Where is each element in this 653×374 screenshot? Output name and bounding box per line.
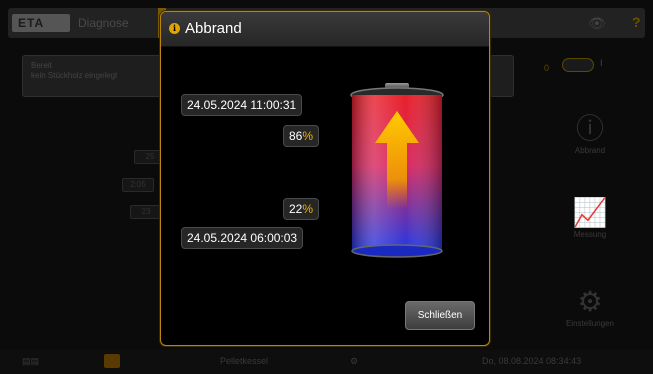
help-icon[interactable]: ? <box>632 14 641 30</box>
percent-sign: % <box>302 202 314 216</box>
network-icon[interactable]: ▤▤ <box>22 356 39 367</box>
bottom-datetime: Do, 08.08.2024 08:34:43 <box>482 356 582 366</box>
info-icon: i <box>169 23 180 34</box>
chart-icon: 📈 <box>572 197 608 228</box>
bg-value-cell: 2:05 <box>122 178 154 192</box>
bottom-status-text: Pelletkessel <box>220 356 269 366</box>
service-icon[interactable]: ⚙ <box>350 356 358 367</box>
toggle-label-on: I <box>600 58 603 68</box>
bottom-bar: ▤▤ Pelletkessel ⚙ Do, 08.08.2024 08:34:4… <box>0 350 653 374</box>
start-percent-value: 86 <box>289 129 303 143</box>
bg-value-cell: 23 <box>130 205 162 219</box>
status-line-1: Bereit <box>31 61 52 70</box>
abbrand-dialog: i Abbrand 24.05.2024 11:00:31 86% 22% 24… <box>160 11 490 346</box>
sidebar-item-abbrand[interactable]: ⓘ Abbrand <box>545 112 635 155</box>
end-timestamp: 24.05.2024 06:00:03 <box>181 227 304 249</box>
eta-logo: ETA <box>12 14 70 32</box>
sidebar-item-label: Einstellungen <box>565 319 615 328</box>
battery-icon <box>350 83 444 258</box>
close-button[interactable]: Schließen <box>405 301 475 330</box>
start-percent: 86% <box>283 125 320 147</box>
toggle-label-off: 0 <box>544 63 550 73</box>
dialog-title: Abbrand <box>185 20 242 37</box>
warning-icon[interactable] <box>104 354 120 368</box>
end-percent: 22% <box>283 198 320 220</box>
sidebar-item-einstellungen[interactable]: ⚙ Einstellungen <box>545 285 635 328</box>
power-toggle[interactable] <box>562 58 594 72</box>
start-timestamp: 24.05.2024 11:00:31 <box>181 94 303 116</box>
gears-icon: ⚙ <box>577 286 603 317</box>
tab-diagnose[interactable]: Diagnose <box>78 16 129 30</box>
dialog-header: i Abbrand <box>161 12 489 47</box>
sidebar-item-messung[interactable]: 📈 Messung <box>545 196 635 239</box>
logo-text: ETA <box>18 16 45 30</box>
info-icon: ⓘ <box>575 113 604 144</box>
sidebar-item-label: Messung <box>573 230 607 239</box>
power-toggle-group: 0 I <box>544 58 603 76</box>
sidebar-item-label: Abbrand <box>574 146 606 155</box>
status-line-2: kein Stückholz eingelegt <box>31 71 118 80</box>
status-box-right <box>490 55 514 97</box>
percent-sign: % <box>302 129 314 143</box>
end-percent-value: 22 <box>289 202 303 216</box>
status-box: Bereit kein Stückholz eingelegt <box>22 55 164 97</box>
visibility-icon[interactable]: 👁 <box>588 15 606 32</box>
